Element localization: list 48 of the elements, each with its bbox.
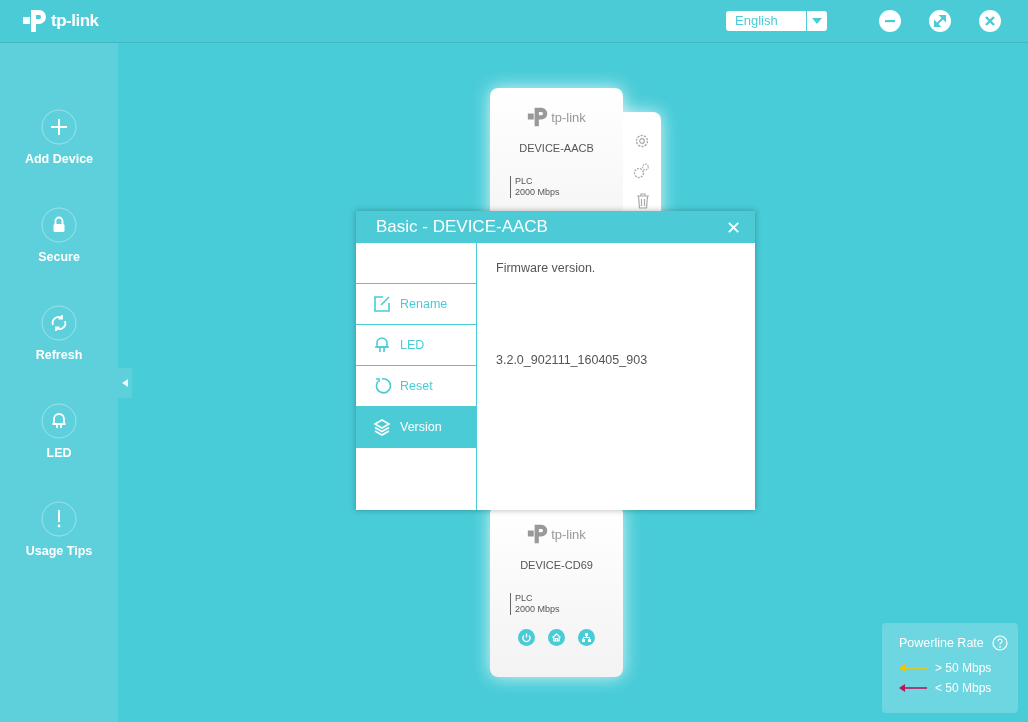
plus-icon [41, 109, 77, 145]
device-name: DEVICE-AACB [518, 142, 595, 154]
close-button[interactable] [979, 10, 1001, 32]
legend-title: Powerline Rate [899, 636, 984, 650]
legend-label: < 50 Mbps [935, 681, 992, 695]
lock-icon [41, 207, 77, 243]
edit-icon [373, 295, 391, 313]
device-rate: 2000 Mbps [515, 604, 561, 615]
power-icon [518, 629, 535, 646]
trash-icon[interactable] [636, 193, 650, 209]
caret-icon [812, 18, 822, 24]
menu-item[interactable]: Version [356, 407, 476, 448]
logo-icon [527, 106, 550, 128]
gears-icon[interactable] [632, 163, 650, 179]
logo-icon [22, 8, 48, 34]
device-type: PLC [515, 176, 534, 187]
gear-icon[interactable] [634, 133, 650, 149]
sidebar-button[interactable]: LED [41, 403, 77, 460]
sidebar-button[interactable]: Refresh [35, 305, 83, 362]
minimize-button[interactable] [879, 10, 901, 32]
home-icon [548, 629, 565, 646]
language-dropdown[interactable]: English [726, 11, 827, 31]
firmware-version: 3.2.0_902111_160405_903 [496, 353, 649, 367]
device-name: DEVICE-CD69 [519, 559, 594, 571]
layers-icon [373, 418, 391, 436]
device-type: PLC [515, 593, 534, 604]
sidebar-button[interactable]: Secure [38, 207, 80, 264]
logo-icon [527, 523, 550, 545]
help-icon[interactable] [992, 635, 1008, 651]
bulb-icon [373, 336, 391, 354]
network-icon [578, 629, 595, 646]
logo-text: tp-link [551, 526, 586, 542]
refresh-icon [41, 305, 77, 341]
sidebar-button[interactable]: Add Device [24, 109, 94, 166]
logo-text: tp-link [51, 11, 99, 31]
restore-button[interactable] [929, 10, 951, 32]
device-rate: 2000 Mbps [515, 187, 561, 198]
menu-item[interactable]: Rename [356, 284, 476, 325]
close-button[interactable]: ✕ [725, 216, 741, 238]
logo-text: tp-link [551, 109, 586, 125]
sidebar-button[interactable]: Usage Tips [25, 501, 93, 558]
reset-icon [373, 377, 391, 395]
legend-label: > 50 Mbps [935, 661, 992, 675]
menu-item[interactable]: LED [356, 325, 476, 366]
bulb-icon [41, 403, 77, 439]
content-heading: Firmware version. [496, 261, 597, 275]
collapse-handle[interactable] [118, 368, 132, 398]
exclamation-icon [41, 501, 77, 537]
